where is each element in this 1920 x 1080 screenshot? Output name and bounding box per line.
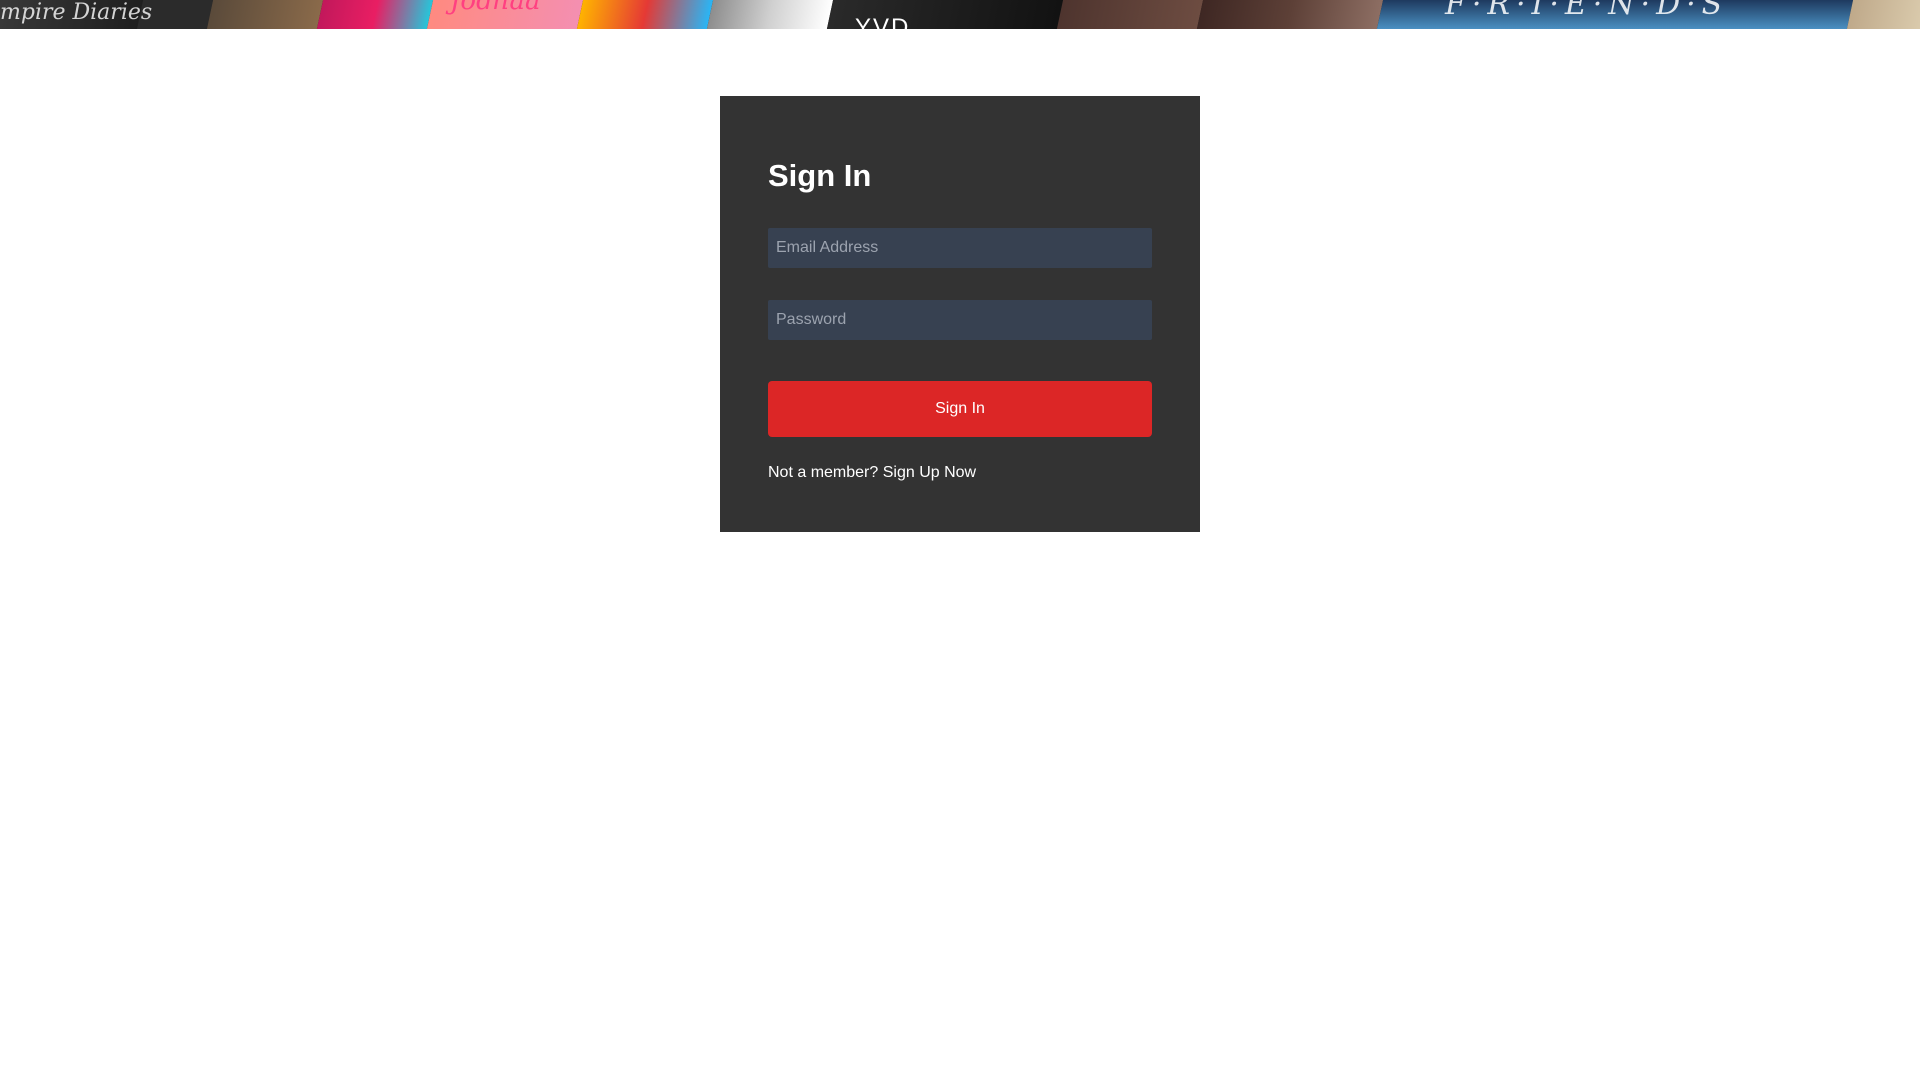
banner-center-title: YVD — [855, 14, 911, 30]
poster-tile — [1056, 0, 1204, 29]
poster-tile — [206, 0, 324, 29]
poster-tile — [1196, 0, 1384, 29]
signup-prompt-text: Not a member? — [768, 464, 879, 481]
sign-up-link[interactable]: Sign Up Now — [883, 464, 976, 481]
sign-in-card: Sign In Sign In Not a member? Sign Up No… — [720, 96, 1200, 532]
poster-tile — [316, 0, 434, 29]
poster-tile — [576, 0, 714, 29]
password-field[interactable] — [768, 300, 1152, 340]
banner-show-title: Jodhaa — [450, 0, 541, 16]
page-title: Sign In — [768, 158, 872, 193]
hero-background-banner: mpire Diaries Jodhaa YVD F·R·I·E·N·D·S — [0, 0, 1920, 29]
banner-show-title: mpire Diaries — [0, 0, 153, 25]
poster-tile — [1846, 0, 1920, 29]
poster-tile — [706, 0, 834, 29]
banner-show-title: F·R·I·E·N·D·S — [1445, 0, 1729, 22]
sign-in-button[interactable]: Sign In — [768, 381, 1152, 437]
signup-prompt: Not a member? Sign Up Now — [768, 463, 1152, 483]
email-field[interactable] — [768, 228, 1152, 268]
